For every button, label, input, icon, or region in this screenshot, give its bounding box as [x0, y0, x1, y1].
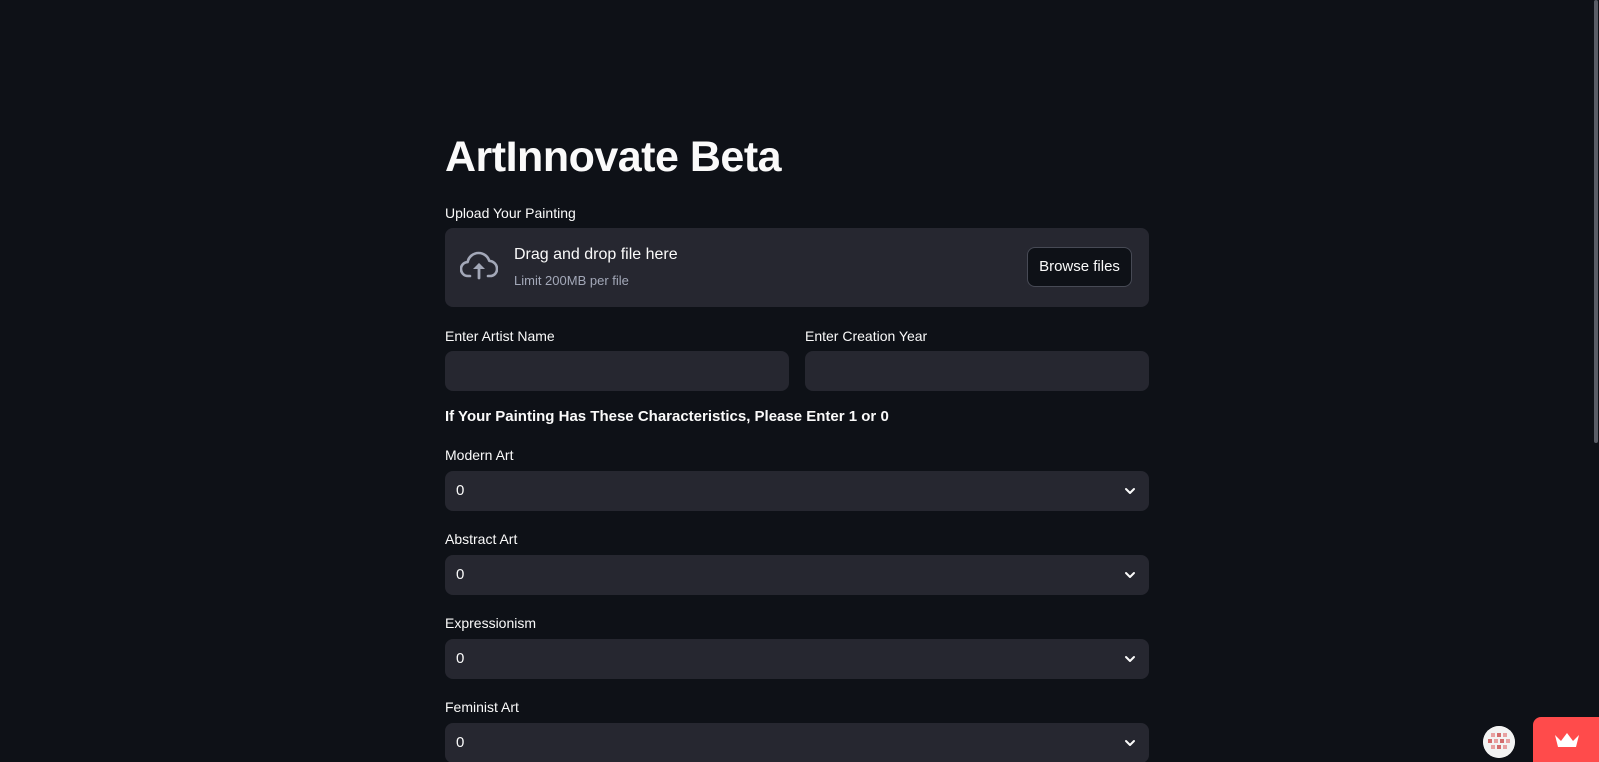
- uploader-label: Upload Your Painting: [445, 205, 576, 221]
- file-dropzone[interactable]: Drag and drop file here Limit 200MB per …: [445, 228, 1149, 307]
- select-value: 0: [456, 482, 465, 499]
- file-size-limit: Limit 200MB per file: [514, 273, 629, 288]
- select-value: 0: [456, 734, 465, 751]
- cloud-upload-icon: [460, 251, 498, 280]
- select-value: 0: [456, 650, 465, 667]
- artist-name-label: Enter Artist Name: [445, 328, 555, 344]
- modern-art-label: Modern Art: [445, 447, 514, 463]
- creation-year-input[interactable]: [805, 351, 1149, 391]
- page-scrollbar[interactable]: [1594, 0, 1598, 443]
- modern-art-select[interactable]: 0: [445, 471, 1149, 511]
- artist-name-input[interactable]: [445, 351, 789, 391]
- feminist-art-label: Feminist Art: [445, 699, 519, 715]
- app-root: ArtInnovate Beta Upload Your Painting Dr…: [0, 0, 1599, 762]
- avatar-icon: [1483, 726, 1515, 758]
- expressionism-select[interactable]: 0: [445, 639, 1149, 679]
- expressionism-label: Expressionism: [445, 615, 537, 631]
- characteristics-heading: If Your Painting Has These Characteristi…: [445, 408, 889, 425]
- chevron-down-icon: [1125, 656, 1135, 662]
- page-title: ArtInnovate Beta: [445, 133, 782, 181]
- chevron-down-icon: [1125, 488, 1135, 494]
- chevron-down-icon: [1125, 572, 1135, 578]
- user-avatar[interactable]: [1483, 726, 1515, 758]
- abstract-art-label: Abstract Art: [445, 531, 518, 547]
- feminist-art-select[interactable]: 0: [445, 723, 1149, 762]
- crown-icon: [1555, 733, 1579, 747]
- streamlit-badge-button[interactable]: [1533, 717, 1599, 762]
- creation-year-label: Enter Creation Year: [805, 328, 928, 344]
- browse-files-button[interactable]: Browse files: [1027, 247, 1132, 287]
- dropzone-instructions: Drag and drop file here: [514, 246, 678, 263]
- select-value: 0: [456, 566, 465, 583]
- abstract-art-select[interactable]: 0: [445, 555, 1149, 595]
- chevron-down-icon: [1125, 740, 1135, 746]
